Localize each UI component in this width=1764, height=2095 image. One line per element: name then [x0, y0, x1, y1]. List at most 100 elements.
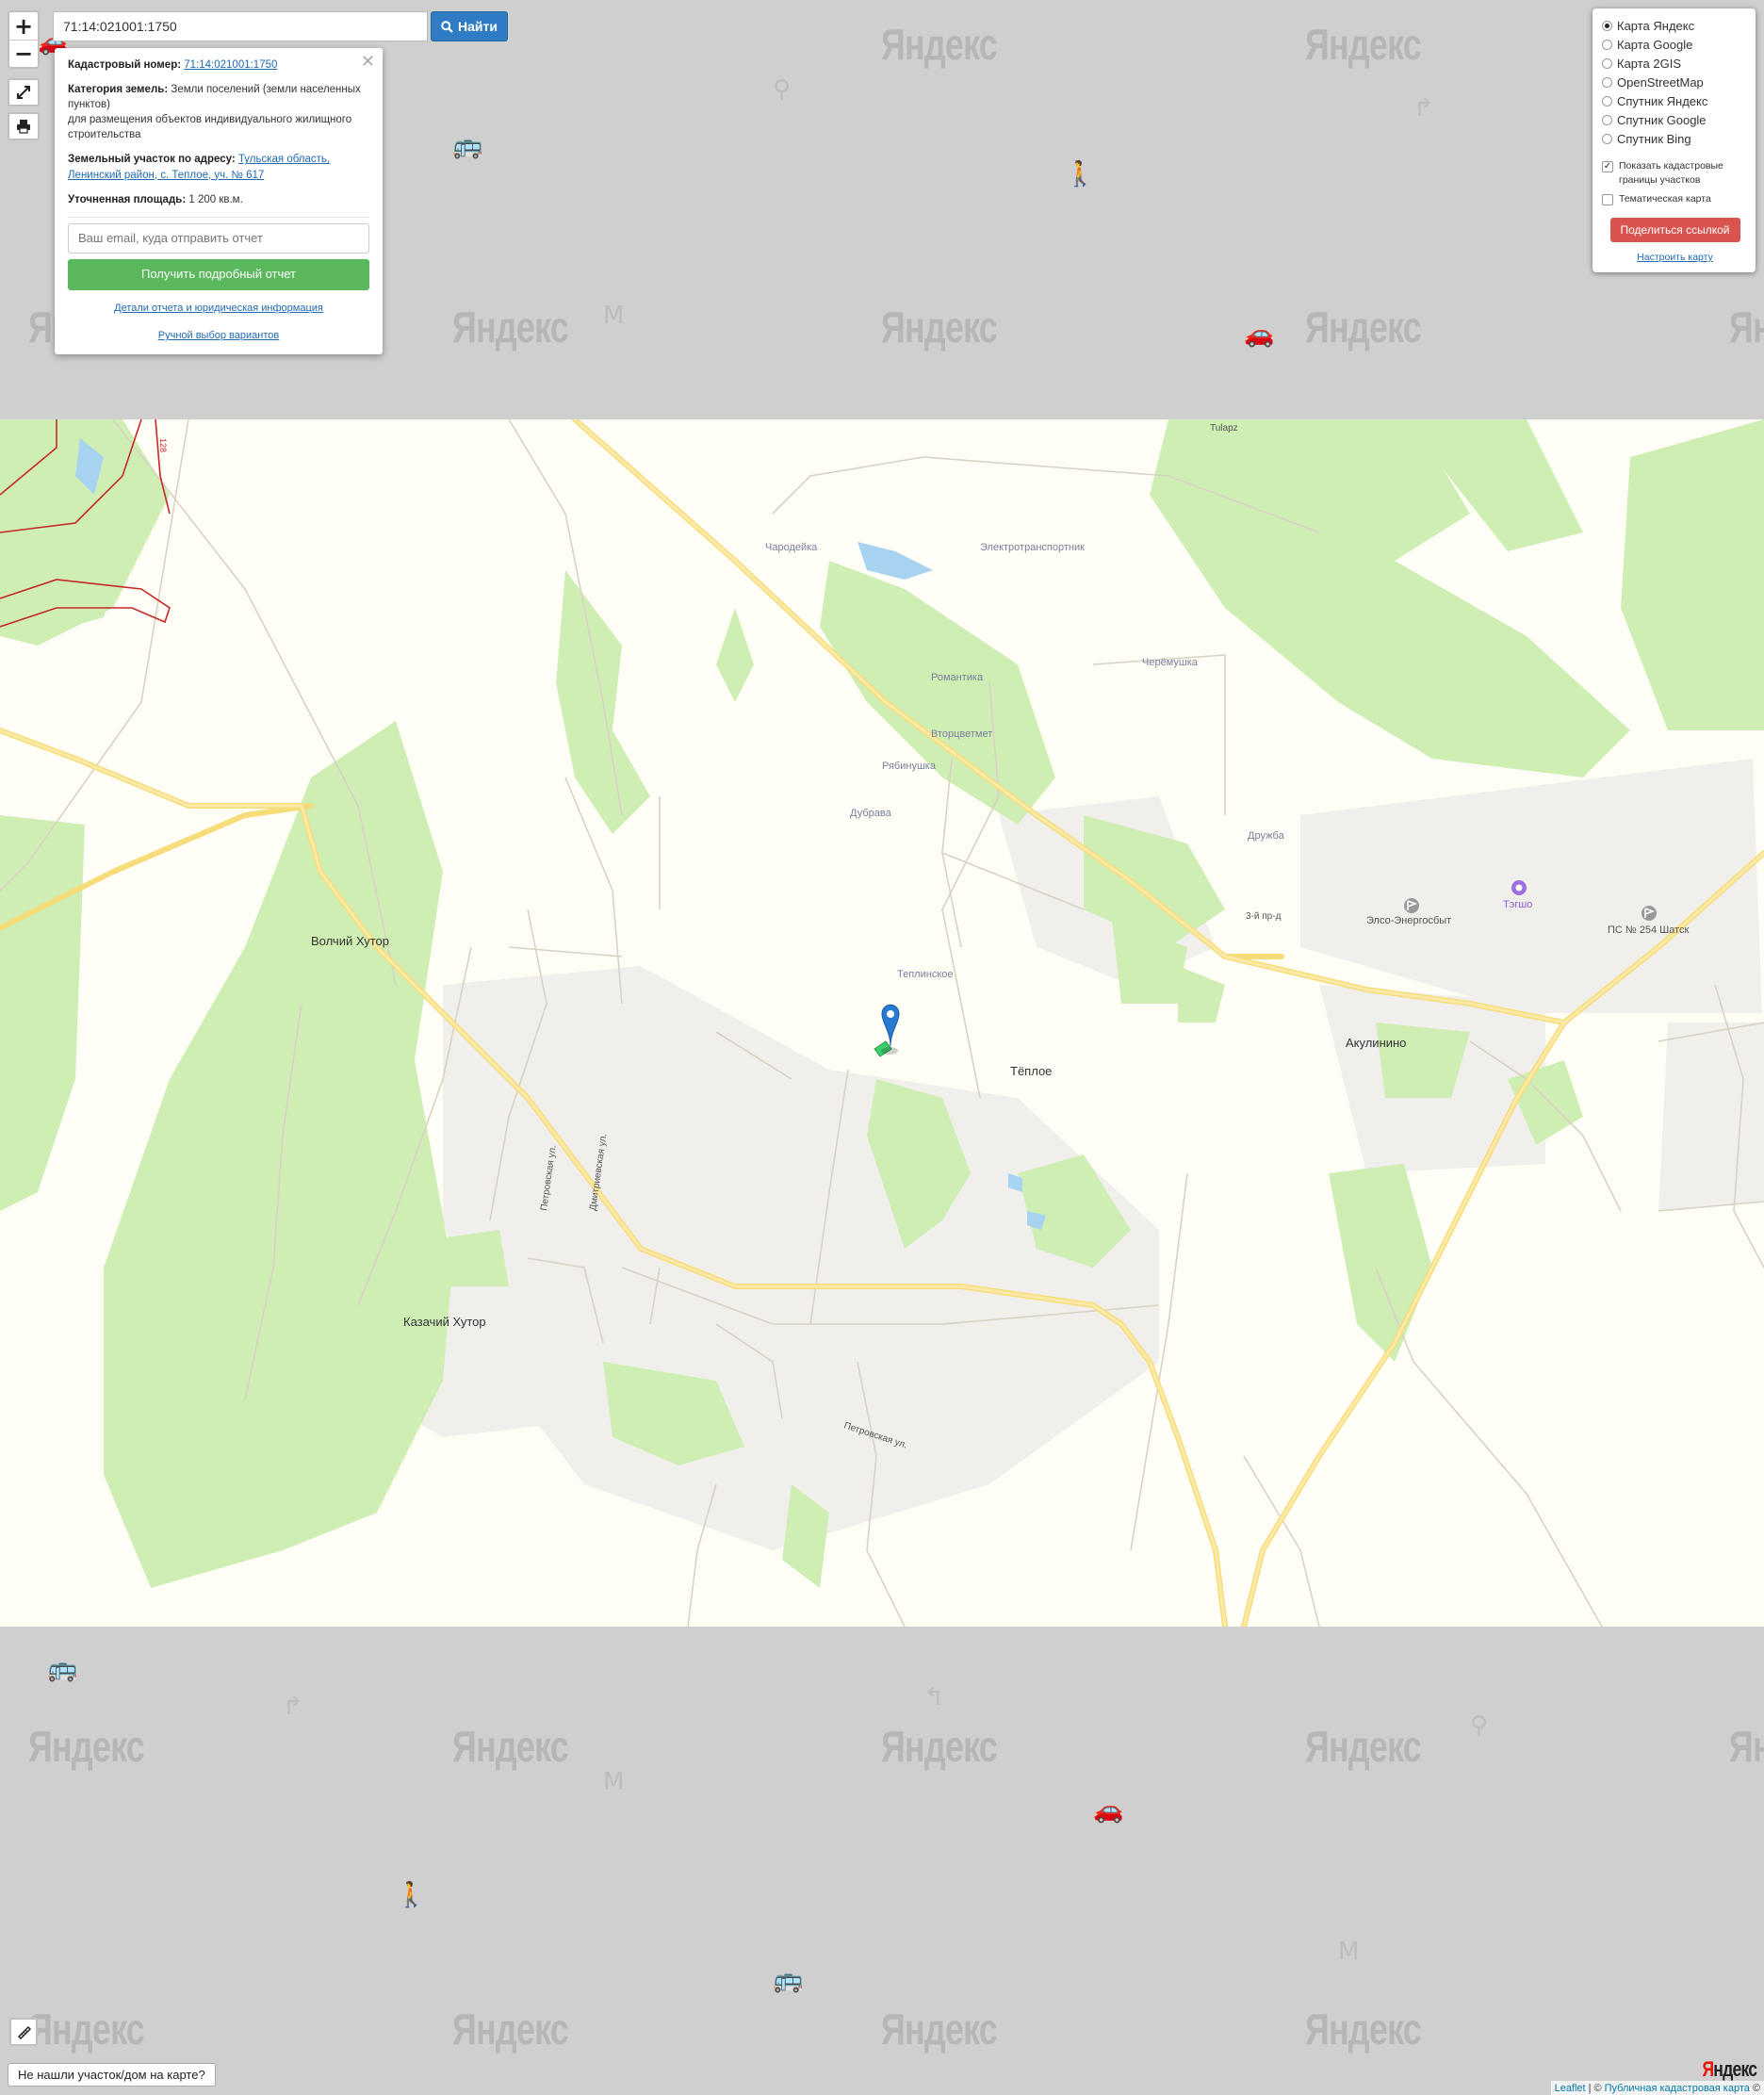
layer-option[interactable]: OpenStreetMap — [1602, 73, 1748, 91]
arrow-icon: ↰ — [923, 1683, 944, 1711]
email-input[interactable] — [68, 222, 369, 254]
report-details-row: Детали отчета и юридическая информация — [68, 302, 369, 316]
label-dubrava: Дубрава — [850, 808, 892, 819]
yandex-logo[interactable]: Яндекс — [1702, 2057, 1757, 2082]
layer-option[interactable]: Спутник Bing — [1602, 129, 1748, 148]
car-icon: 🚗 — [1244, 320, 1275, 349]
configure-map-link[interactable]: Настроить карту — [1637, 252, 1713, 263]
layer-label: Карта Яндекс — [1617, 18, 1695, 33]
ruler-button[interactable] — [9, 2018, 38, 2046]
label-kazachiy-khutor: Казачий Хутор — [403, 1315, 486, 1329]
yandex-watermark: Яндекс — [28, 2005, 145, 2054]
layer-option[interactable]: Карта Яндекс — [1602, 16, 1748, 35]
manual-selection-link[interactable]: Ручной выбор вариантов — [158, 330, 279, 341]
layer-option[interactable]: Карта Google — [1602, 35, 1748, 54]
expand-icon — [17, 86, 30, 99]
label-elso: Элсо-Энергосбыт — [1366, 915, 1451, 926]
pkk-link[interactable]: Публичная кадастровая карта — [1605, 2083, 1750, 2094]
print-button[interactable] — [8, 112, 40, 140]
radio[interactable] — [1602, 39, 1612, 50]
layer-list: Карта Яндекс Карта Google Карта 2GIS Ope… — [1602, 16, 1748, 148]
area-label: Уточненная площадь: — [68, 193, 187, 205]
parcel-info-popup: ✕ Кадастровый номер: 71:14:021001:1750 К… — [55, 48, 383, 354]
not-found-button[interactable]: Не нашли участок/дом на карте? — [8, 2063, 216, 2087]
label-druzhba: Дружба — [1248, 830, 1285, 842]
label-parcel-number: 128 — [158, 438, 168, 452]
zoom-out-button[interactable]: − — [9, 40, 38, 67]
radio-selected[interactable] — [1602, 20, 1612, 31]
map-tiles-loading-bottom: 🚌 ↱ M ↰ 🚗 ⚲ 🚶 🚌 M Яндекс Яндекс Яндекс Я… — [0, 1627, 1764, 2095]
yandex-watermark: Яндекс — [452, 303, 569, 352]
yandex-watermark: Яндекс — [1729, 1722, 1764, 1771]
fullscreen-button[interactable] — [8, 78, 40, 106]
cadastral-number-link[interactable]: 71:14:021001:1750 — [184, 59, 277, 71]
label-tegsho: Тэгшо — [1503, 899, 1532, 910]
attribution-separator: | © — [1588, 2082, 1602, 2094]
printer-icon — [17, 120, 30, 134]
land-category-row: Категория земель: Земли поселений (земли… — [68, 82, 369, 142]
yandex-watermark: Яндекс — [452, 2005, 569, 2054]
radio[interactable] — [1602, 95, 1612, 106]
yandex-watermark: Яндекс — [1305, 1722, 1422, 1771]
checkbox[interactable] — [1602, 194, 1613, 206]
land-category-label: Категория земель: — [68, 84, 169, 96]
flag-icon — [1404, 898, 1419, 913]
yandex-watermark: Яндекс — [1305, 2005, 1422, 2054]
area-value: 1 200 кв.м. — [188, 193, 243, 205]
poi-circle-icon — [1511, 880, 1527, 895]
checkbox-checked[interactable]: ✓ — [1602, 161, 1613, 172]
label-tulapz: Tulapz — [1210, 423, 1238, 434]
yandex-watermark: Яндекс — [881, 20, 998, 69]
layer-option[interactable]: Спутник Google — [1602, 110, 1748, 129]
leaflet-link[interactable]: Leaflet — [1555, 2083, 1586, 2094]
layer-label: Спутник Яндекс — [1617, 93, 1708, 108]
yandex-watermark: Яндекс — [881, 303, 998, 352]
cadastral-number-row: Кадастровый номер: 71:14:021001:1750 — [68, 57, 369, 73]
show-boundaries-option[interactable]: ✓ Показать кадастровые границы участков — [1602, 159, 1748, 187]
thematic-map-label: Тематическая карта — [1619, 193, 1711, 205]
pin-icon: ⚲ — [773, 75, 792, 104]
label-volchiy-khutor: Волчий Хутор — [311, 934, 389, 948]
label-akulinino: Акулинино — [1346, 1036, 1406, 1050]
address-label: Земельный участок по адресу: — [68, 154, 236, 166]
layer-label: Карта 2GIS — [1617, 56, 1682, 71]
share-link-button[interactable]: Поделиться ссылкой — [1609, 218, 1740, 243]
layer-option[interactable]: Спутник Яндекс — [1602, 91, 1748, 110]
walk-icon: 🚶 — [396, 1881, 427, 1909]
metro-icon: M — [603, 1768, 625, 1796]
pin-icon: ⚲ — [1470, 1711, 1489, 1740]
radio[interactable] — [1602, 133, 1612, 144]
yandex-watermark: Яндекс — [881, 2005, 998, 2054]
radio[interactable] — [1602, 76, 1612, 88]
flag-icon — [1642, 906, 1657, 921]
car-icon: 🚗 — [1093, 1796, 1124, 1825]
map-attribution: Leaflet | © Публичная кадастровая карта … — [1550, 2081, 1764, 2095]
label-ryabinushka: Рябинушка — [882, 761, 937, 772]
close-icon[interactable]: ✕ — [361, 50, 375, 74]
metro-icon: M — [1338, 1938, 1360, 1966]
label-ps254: ПС № 254 Шатск — [1608, 925, 1690, 936]
label-teploe: Тёплое — [1010, 1064, 1052, 1078]
zoom-in-button[interactable]: + — [9, 12, 38, 40]
map-tile[interactable]: Волчий Хутор Казачий Хутор Тёплое Акулин… — [0, 419, 1764, 1627]
layer-label: OpenStreetMap — [1617, 74, 1704, 90]
layer-switcher: Карта Яндекс Карта Google Карта 2GIS Ope… — [1592, 8, 1756, 272]
layer-option[interactable]: Карта 2GIS — [1602, 54, 1748, 73]
report-details-link[interactable]: Детали отчета и юридическая информация — [114, 303, 323, 314]
radio[interactable] — [1602, 57, 1612, 69]
search-button[interactable]: Найти — [431, 11, 508, 41]
arrow-icon: ↱ — [283, 1693, 303, 1721]
cadastral-search-input[interactable] — [53, 11, 428, 41]
yandex-logo-rest: ндекс — [1713, 2057, 1757, 2081]
ruler-icon — [17, 2025, 31, 2039]
metro-icon: M — [603, 302, 625, 330]
thematic-map-option[interactable]: Тематическая карта — [1602, 192, 1748, 206]
walk-icon: 🚶 — [1065, 160, 1096, 188]
radio[interactable] — [1602, 114, 1612, 125]
layer-label: Спутник Google — [1617, 112, 1707, 127]
label-chardeika: Чародейка — [765, 542, 818, 553]
get-report-button[interactable]: Получить подробный отчет — [68, 258, 369, 290]
yandex-logo-first-letter: Я — [1702, 2057, 1714, 2081]
bus-icon: 🚌 — [773, 1966, 804, 1994]
manual-selection-row: Ручной выбор вариантов — [68, 329, 369, 343]
